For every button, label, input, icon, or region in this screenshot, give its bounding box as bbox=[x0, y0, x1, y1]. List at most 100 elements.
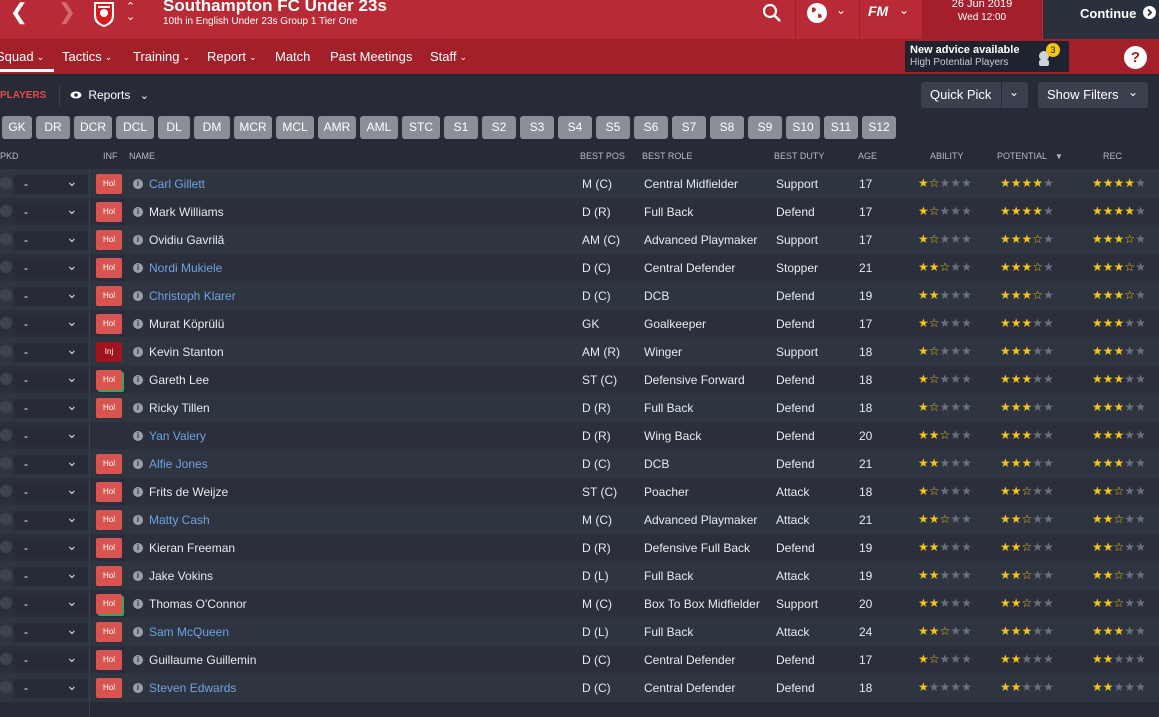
player-name[interactable]: Nordi Mukiele bbox=[149, 261, 222, 275]
tick-icon[interactable] bbox=[0, 513, 12, 525]
menu-past-meetings[interactable]: Past Meetings bbox=[330, 49, 412, 64]
show-filters-button[interactable]: Show Filters ⌄ bbox=[1038, 82, 1148, 108]
menu-report[interactable]: Report ⌄ bbox=[207, 49, 257, 64]
table-row[interactable]: - ⌄ Hol i Jake Vokins D (L) Full Back At… bbox=[0, 561, 1159, 590]
tick-icon[interactable] bbox=[0, 205, 12, 217]
tick-icon[interactable] bbox=[0, 569, 12, 581]
info-icon[interactable]: i bbox=[133, 319, 143, 329]
reports-dropdown[interactable]: Reports ⌄ bbox=[70, 88, 149, 102]
status-badge[interactable]: Hol bbox=[96, 286, 122, 306]
pick-select[interactable]: - ⌄ bbox=[14, 509, 88, 530]
col-ability[interactable]: ABILITY bbox=[930, 151, 964, 161]
col-best-pos[interactable]: BEST POS bbox=[580, 151, 625, 161]
info-icon[interactable]: i bbox=[133, 207, 143, 217]
club-name[interactable]: Southampton FC Under 23s bbox=[163, 0, 387, 16]
status-badge[interactable]: Hol bbox=[96, 678, 122, 698]
table-row[interactable]: - ⌄ Hol i Matty Cash M (C) Advanced Play… bbox=[0, 505, 1159, 534]
fm-logo[interactable]: FM bbox=[868, 3, 888, 19]
table-row[interactable]: - ⌄ Hol i Thomas O'Connor M (C) Box To B… bbox=[0, 589, 1159, 618]
table-row[interactable]: - ⌄ Hol i Mark Williams D (R) Full Back … bbox=[0, 197, 1159, 226]
info-icon[interactable]: i bbox=[133, 543, 143, 553]
col-inf[interactable]: INF bbox=[103, 151, 118, 161]
pick-select[interactable]: - ⌄ bbox=[14, 173, 88, 194]
tick-icon[interactable] bbox=[0, 401, 12, 413]
position-button-dcr[interactable]: DCR bbox=[74, 116, 112, 139]
col-potential[interactable]: POTENTIAL ▼ bbox=[997, 151, 1063, 161]
status-badge[interactable]: Hol bbox=[96, 258, 122, 278]
status-badge[interactable]: Hol bbox=[96, 202, 122, 222]
search-icon[interactable] bbox=[762, 3, 782, 23]
menu-tactics[interactable]: Tactics ⌄ bbox=[62, 49, 112, 64]
status-badge[interactable]: Inj bbox=[96, 342, 122, 362]
pick-select[interactable]: - ⌄ bbox=[14, 677, 88, 698]
pick-select[interactable]: - ⌄ bbox=[14, 453, 88, 474]
back-arrow-icon[interactable]: ❮ bbox=[4, 0, 34, 26]
table-row[interactable]: - ⌄ Hol i Christoph Klarer D (C) DCB Def… bbox=[0, 281, 1159, 310]
pick-select[interactable]: - ⌄ bbox=[14, 397, 88, 418]
globe-icon[interactable] bbox=[806, 2, 828, 24]
position-button-s1[interactable]: S1 bbox=[444, 116, 478, 139]
status-badge[interactable]: Hol bbox=[96, 538, 122, 558]
col-best-duty[interactable]: BEST DUTY bbox=[774, 151, 824, 161]
tick-icon[interactable] bbox=[0, 485, 12, 497]
info-icon[interactable]: i bbox=[133, 487, 143, 497]
table-row[interactable]: - ⌄ Hol i Frits de Weijze ST (C) Poacher… bbox=[0, 477, 1159, 506]
position-button-mcl[interactable]: MCL bbox=[276, 116, 314, 139]
status-badge[interactable]: Hol bbox=[96, 594, 122, 614]
position-button-mcr[interactable]: MCR bbox=[234, 116, 272, 139]
pick-select[interactable]: - ⌄ bbox=[14, 425, 88, 446]
pick-select[interactable]: - ⌄ bbox=[14, 341, 88, 362]
table-row[interactable]: - ⌄ Hol i Sam McQueen D (L) Full Back At… bbox=[0, 617, 1159, 646]
table-row[interactable]: - ⌄ Hol i Alfie Jones D (C) DCB Defend 2… bbox=[0, 449, 1159, 478]
table-row[interactable]: - ⌄ Hol i Murat Köprülü GK Goalkeeper De… bbox=[0, 309, 1159, 338]
tick-icon[interactable] bbox=[0, 681, 12, 693]
info-icon[interactable]: i bbox=[133, 459, 143, 469]
tick-icon[interactable] bbox=[0, 429, 12, 441]
col-pkd[interactable]: PKD bbox=[0, 151, 19, 161]
position-button-s4[interactable]: S4 bbox=[558, 116, 592, 139]
table-row[interactable]: - ⌄ i Yan Valery D (R) Wing Back Defend … bbox=[0, 421, 1159, 450]
col-age[interactable]: AGE bbox=[858, 151, 877, 161]
table-row[interactable]: - ⌄ Hol i Steven Edwards D (C) Central D… bbox=[0, 673, 1159, 702]
position-button-s9[interactable]: S9 bbox=[748, 116, 782, 139]
status-badge[interactable]: Hol bbox=[96, 650, 122, 670]
position-button-s6[interactable]: S6 bbox=[634, 116, 668, 139]
tick-icon[interactable] bbox=[0, 233, 12, 245]
position-button-dr[interactable]: DR bbox=[36, 116, 70, 139]
continue-button[interactable]: Continue bbox=[1043, 0, 1159, 39]
info-icon[interactable]: i bbox=[133, 179, 143, 189]
player-name[interactable]: Jake Vokins bbox=[149, 569, 213, 583]
status-badge[interactable]: Hol bbox=[96, 510, 122, 530]
col-best-role[interactable]: BEST ROLE bbox=[642, 151, 692, 161]
position-button-stc[interactable]: STC bbox=[402, 116, 440, 139]
position-button-s10[interactable]: S10 bbox=[786, 116, 820, 139]
info-icon[interactable]: i bbox=[133, 599, 143, 609]
tick-icon[interactable] bbox=[0, 541, 12, 553]
player-name[interactable]: Ovidiu Gavrilă bbox=[149, 233, 224, 247]
pick-select[interactable]: - ⌄ bbox=[14, 285, 88, 306]
table-row[interactable]: - ⌄ Hol i Ovidiu Gavrilă AM (C) Advanced… bbox=[0, 225, 1159, 254]
info-icon[interactable]: i bbox=[133, 291, 143, 301]
tick-icon[interactable] bbox=[0, 345, 12, 357]
tick-icon[interactable] bbox=[0, 457, 12, 469]
player-name[interactable]: Carl Gillett bbox=[149, 177, 205, 191]
collapse-icon[interactable]: ⌃ ⌄ bbox=[126, 2, 135, 23]
player-name[interactable]: Kevin Stanton bbox=[149, 345, 224, 359]
position-button-s5[interactable]: S5 bbox=[596, 116, 630, 139]
info-icon[interactable]: i bbox=[133, 627, 143, 637]
col-rec[interactable]: REC bbox=[1103, 151, 1122, 161]
player-name[interactable]: Matty Cash bbox=[149, 513, 210, 527]
status-badge[interactable]: Hol bbox=[96, 622, 122, 642]
table-row[interactable]: - ⌄ Hol i Ricky Tillen D (R) Full Back D… bbox=[0, 393, 1159, 422]
advice-notification[interactable]: New advice available High Potential Play… bbox=[905, 41, 1069, 72]
players-tab[interactable]: PLAYERS bbox=[0, 90, 46, 101]
position-button-dm[interactable]: DM bbox=[194, 116, 230, 139]
pick-select[interactable]: - ⌄ bbox=[14, 229, 88, 250]
tick-icon[interactable] bbox=[0, 653, 12, 665]
status-badge[interactable]: Hol bbox=[96, 174, 122, 194]
table-row[interactable]: - ⌄ Hol i Carl Gillett M (C) Central Mid… bbox=[0, 169, 1159, 198]
info-icon[interactable]: i bbox=[133, 347, 143, 357]
pick-select[interactable]: - ⌄ bbox=[14, 201, 88, 222]
player-name[interactable]: Ricky Tillen bbox=[149, 401, 210, 415]
player-name[interactable]: Mark Williams bbox=[149, 205, 224, 219]
